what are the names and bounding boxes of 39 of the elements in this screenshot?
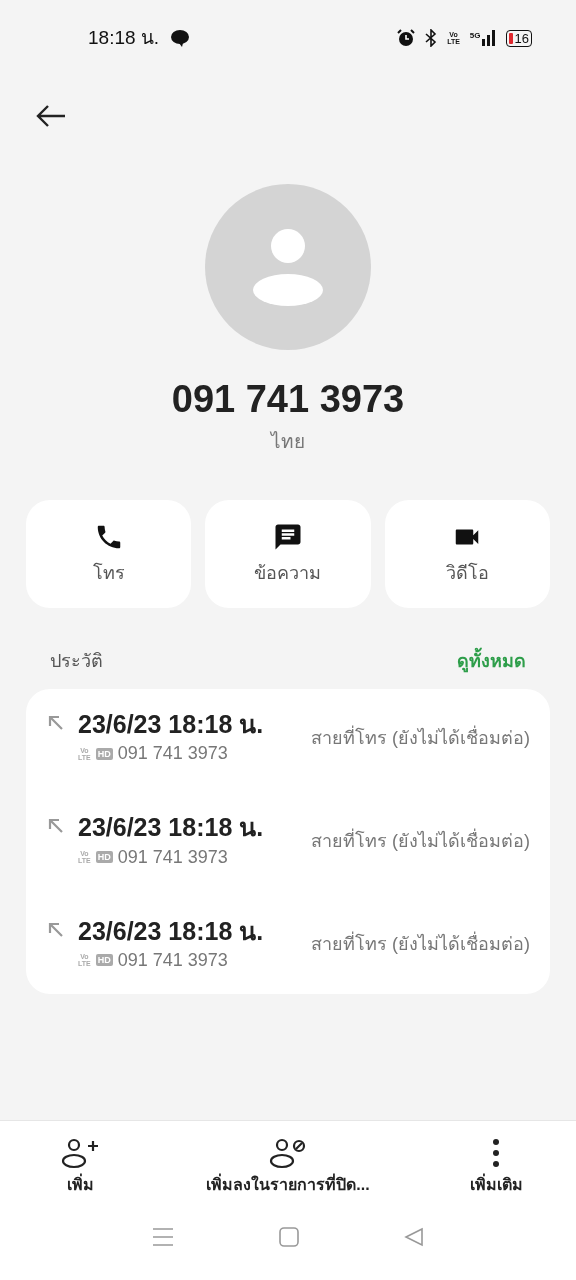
back-icon[interactable] <box>403 1227 424 1247</box>
add-person-icon <box>61 1137 99 1169</box>
menu-icon[interactable] <box>152 1227 175 1247</box>
call-datetime: 23/6/23 18:18 น. <box>78 709 264 740</box>
more-icon <box>491 1137 501 1169</box>
hd-badge: HD <box>95 954 113 967</box>
alarm-icon <box>397 29 416 47</box>
bluetooth-icon <box>425 29 438 47</box>
call-status: สายที่โทร (ยังไม่ได้เชื่อมต่อ) <box>311 827 530 853</box>
avatar-icon <box>205 184 371 350</box>
status-time: 18:18 น. <box>88 25 160 50</box>
toolbar-button[interactable]: เพิ่มเติม <box>416 1137 576 1197</box>
toolbar-button[interactable]: เพิ่ม <box>0 1137 160 1197</box>
action-button[interactable]: โทร <box>26 500 192 608</box>
call-status: สายที่โทร (ยังไม่ได้เชื่อมต่อ) <box>311 931 530 959</box>
back-arrow-icon[interactable] <box>36 104 66 128</box>
call-number: 091 741 3973 <box>117 845 228 869</box>
call-number: 091 741 3973 <box>117 742 228 766</box>
outgoing-call-icon <box>48 715 64 731</box>
call-datetime: 23/6/23 18:18 น. <box>78 812 264 844</box>
history-title: ประวัติ <box>50 650 103 673</box>
signal-icon <box>481 30 496 46</box>
block-person-icon <box>269 1137 307 1169</box>
home-icon[interactable] <box>279 1227 299 1247</box>
chat-bubble-icon <box>171 29 190 47</box>
call-number: 091 741 3973 <box>117 948 228 972</box>
call-datetime: 23/6/23 18:18 น. <box>78 915 264 947</box>
hd-badge: HD <box>95 747 113 760</box>
battery-indicator: 16 <box>505 29 532 47</box>
contact-region: ไทย <box>271 429 305 454</box>
toolbar-button[interactable]: เพิ่มลงในรายการที่ปิด... <box>160 1137 416 1197</box>
action-button[interactable]: ข้อความ <box>205 500 371 608</box>
contact-number: 091 741 3973 <box>171 377 405 422</box>
call-status: สายที่โทร (ยังไม่ได้เชื่อมต่อ) <box>311 724 530 750</box>
outgoing-call-icon <box>48 818 64 835</box>
action-button[interactable]: วิดีโอ <box>384 500 550 608</box>
hd-badge: HD <box>95 851 113 863</box>
outgoing-call-icon <box>48 921 64 938</box>
network-type: 5G <box>469 30 481 42</box>
